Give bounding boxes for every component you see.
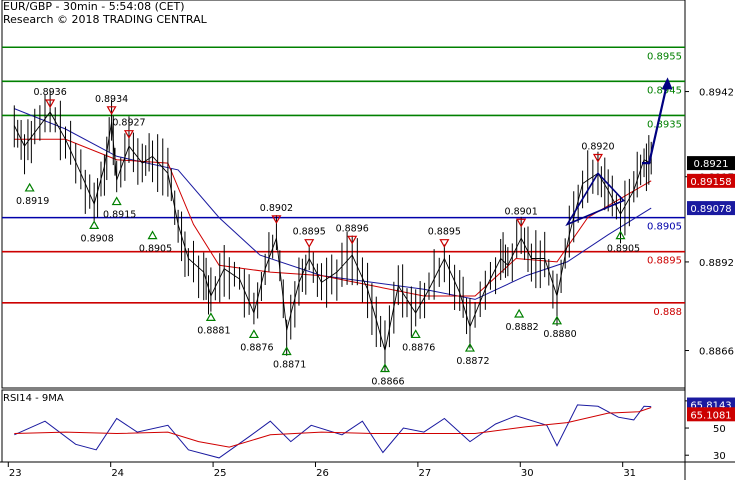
- y-tick-label: 0.8866: [699, 347, 734, 358]
- swing-low-marker: [410, 329, 421, 339]
- x-tick-label: 23: [9, 468, 22, 479]
- level-label: 0.8905: [647, 222, 682, 233]
- current-price-badge: 0.8921: [694, 159, 729, 170]
- swing-low-label: 0.8876: [402, 342, 435, 353]
- swing-low-label: 0.8876: [240, 342, 273, 353]
- swing-low-label: 0.8882: [505, 322, 538, 333]
- swing-low-label: 0.8915: [103, 210, 136, 221]
- swing-low-label: 0.8881: [197, 325, 230, 336]
- swing-high-label: 0.8934: [95, 94, 128, 105]
- y-tick-label: 0.8942: [699, 88, 734, 99]
- swing-high-label: 0.8895: [293, 227, 326, 238]
- x-tick-label: 27: [419, 468, 432, 479]
- x-tick-label: 31: [623, 468, 636, 479]
- swing-low-marker: [514, 308, 525, 318]
- rsi-plot-frame: [1, 389, 686, 463]
- rsi-ma-badge: 65.1081: [690, 410, 731, 421]
- swing-low-label: 0.8880: [543, 329, 576, 340]
- swing-high-label: 0.8901: [505, 206, 538, 217]
- swing-high-label: 0.8920: [581, 142, 614, 153]
- x-tick-label: 25: [214, 468, 227, 479]
- swing-low-marker: [89, 220, 100, 230]
- swing-high-label: 0.8902: [260, 203, 293, 214]
- ma-slow-line: [14, 108, 652, 300]
- swing-low-label: 0.8872: [456, 356, 489, 367]
- swing-high-marker: [439, 239, 450, 248]
- swing-high-label: 0.8936: [34, 87, 67, 98]
- level-label: 0.8935: [647, 119, 682, 130]
- swing-high-marker: [304, 239, 315, 248]
- swing-low-label: 0.8866: [371, 377, 404, 388]
- triangle-pattern: [565, 171, 625, 227]
- x-tick-label: 26: [316, 468, 329, 479]
- swing-low-label: 0.8905: [607, 244, 640, 255]
- x-tick-label: 30: [521, 468, 534, 479]
- level-label: 0.888: [653, 307, 682, 318]
- rsi-y-tick-label: 50: [713, 424, 726, 435]
- swing-high-label: 0.8895: [428, 227, 461, 238]
- rsi-series-line: [14, 404, 652, 459]
- swing-low-marker: [24, 182, 35, 192]
- level-label: 0.8895: [647, 256, 682, 267]
- swing-low-marker: [147, 230, 158, 240]
- ma-slow-badge: 0.89078: [690, 204, 731, 215]
- swing-low-marker: [111, 196, 122, 206]
- level-label: 0.8955: [647, 51, 682, 62]
- price-line: [13, 111, 652, 351]
- y-tick-label: 0.8892: [699, 258, 734, 269]
- price-chart: 0.89550.89450.89350.89050.88950.8880.893…: [0, 0, 735, 480]
- swing-low-label: 0.8908: [81, 233, 114, 244]
- swing-high-label: 0.8896: [336, 223, 369, 234]
- rsi-series-line: [14, 407, 652, 448]
- ma-fast-badge: 0.89158: [690, 177, 731, 188]
- swing-low-label: 0.8905: [139, 244, 172, 255]
- projection-arrowhead: [661, 77, 673, 90]
- swing-low-label: 0.8919: [16, 196, 49, 207]
- swing-low-label: 0.8871: [273, 359, 306, 370]
- rsi-y-tick-label: 30: [713, 451, 726, 462]
- x-tick-label: 24: [111, 468, 124, 479]
- swing-low-marker: [248, 329, 259, 339]
- swing-high-label: 0.8927: [112, 118, 145, 129]
